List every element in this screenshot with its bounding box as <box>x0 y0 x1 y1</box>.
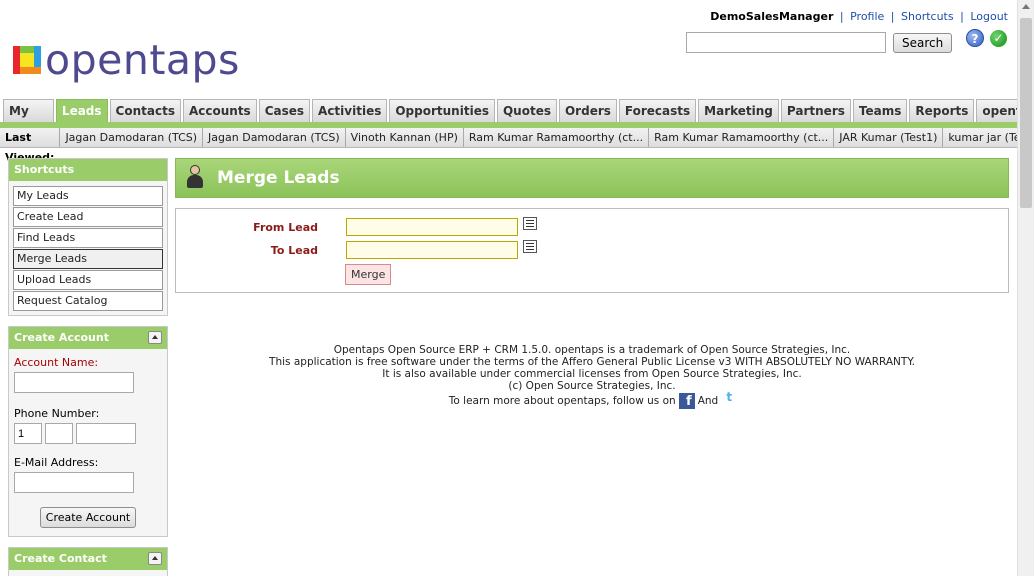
create-account-panel: Create Account Account Name: Phone Numbe… <box>8 326 168 537</box>
last-viewed-item[interactable]: Ram Kumar Ramamoorthy (ct... <box>464 128 650 147</box>
social-links: To learn more about opentaps, follow us … <box>448 391 735 409</box>
shortcuts-link[interactable]: Shortcuts <box>901 10 954 23</box>
logo-mark-icon <box>13 46 41 74</box>
to-lead-label: To Lead <box>270 244 318 257</box>
create-account-title: Create Account <box>14 331 109 344</box>
check-icon[interactable]: ✓ <box>990 30 1007 47</box>
create-account-form: Account Name: Phone Number: E-Mail Addre… <box>9 349 167 533</box>
tab-opportunities[interactable]: Opportunities <box>389 99 495 123</box>
account-name-label: Account Name: <box>14 356 99 369</box>
phone-number-label: Phone Number: <box>14 407 100 420</box>
tab-cases[interactable]: Cases <box>258 99 311 123</box>
footer-line: It is also available under commercial li… <box>382 368 802 380</box>
footer: Opentaps Open Source ERP + CRM 1.5.0. op… <box>175 344 1009 409</box>
shortcut-upload-leads[interactable]: Upload Leads <box>13 270 163 290</box>
logout-link[interactable]: Logout <box>970 10 1008 23</box>
create-contact-title: Create Contact <box>14 552 107 565</box>
page-header: Merge Leads <box>175 158 1009 198</box>
username: DemoSalesManager <box>710 10 834 23</box>
tab-marketing[interactable]: Marketing <box>698 99 779 123</box>
tab-partners[interactable]: Partners <box>780 99 851 123</box>
collapse-icon[interactable] <box>148 331 162 344</box>
twitter-icon[interactable]: t <box>723 391 735 403</box>
scroll-up-icon[interactable] <box>1022 4 1030 9</box>
lookup-icon[interactable] <box>523 240 537 253</box>
shortcut-request-catalog[interactable]: Request Catalog <box>13 291 163 311</box>
account-name-input[interactable] <box>14 372 134 393</box>
phone-number-row <box>14 423 162 444</box>
last-viewed-item[interactable]: Jagan Damodaran (TCS) <box>203 128 346 147</box>
logo-text: opentaps <box>45 36 240 84</box>
shortcut-create-lead[interactable]: Create Lead <box>13 207 163 227</box>
last-viewed-item[interactable]: JAR Kumar (Test1) <box>834 128 944 147</box>
create-account-button[interactable]: Create Account <box>39 507 137 528</box>
help-icon[interactable]: ? <box>966 29 984 47</box>
shortcut-find-leads[interactable]: Find Leads <box>13 228 163 248</box>
tab-activities[interactable]: Activities <box>312 99 388 123</box>
separator: | <box>839 10 844 23</box>
tab-orders[interactable]: Orders <box>558 99 617 123</box>
search-input[interactable] <box>686 32 886 53</box>
and-text: And <box>697 395 719 407</box>
shortcuts-header: Shortcuts <box>9 159 167 181</box>
phone-area-code-input[interactable] <box>45 423 73 444</box>
last-viewed-item[interactable]: Vinoth Kannan (HP) <box>346 128 464 147</box>
footer-line: (c) Open Source Strategies, Inc. <box>508 380 676 392</box>
email-address-label: E-Mail Address: <box>14 456 99 469</box>
phone-country-code-input[interactable] <box>14 423 42 444</box>
shortcut-merge-leads[interactable]: Merge Leads <box>13 249 163 269</box>
main-tabs: My Home Leads Contacts Accounts Cases Ac… <box>3 99 1034 141</box>
from-lead-label: From Lead <box>253 221 318 234</box>
page-scrollbar[interactable] <box>1017 0 1034 576</box>
facebook-icon[interactable]: f <box>678 393 695 409</box>
shortcut-my-leads[interactable]: My Leads <box>13 186 163 206</box>
separator: | <box>960 10 964 23</box>
footer-line: This application is free software under … <box>269 356 915 368</box>
last-viewed-item[interactable]: Ram Kumar Ramamoorthy (ct... <box>649 128 835 147</box>
shortcuts-panel: Shortcuts My Leads Create Lead Find Lead… <box>8 158 168 316</box>
profile-link[interactable]: Profile <box>850 10 884 23</box>
tab-teams[interactable]: Teams <box>852 99 908 123</box>
tab-leads[interactable]: Leads <box>55 99 108 123</box>
scrollbar-thumb[interactable] <box>1020 18 1032 208</box>
last-viewed-item[interactable]: Jagan Damodaran (TCS) <box>60 128 204 147</box>
merge-button[interactable]: Merge <box>345 264 392 285</box>
last-viewed-label: Last Viewed: <box>0 128 61 164</box>
from-lead-input[interactable] <box>346 218 518 236</box>
tab-forecasts[interactable]: Forecasts <box>618 99 697 123</box>
create-account-header: Create Account <box>9 327 167 349</box>
email-address-input[interactable] <box>14 472 134 493</box>
tab-quotes[interactable]: Quotes <box>496 99 557 123</box>
opentaps-logo[interactable]: opentaps <box>13 38 240 82</box>
lead-person-icon <box>186 165 204 189</box>
lookup-icon[interactable] <box>523 217 537 230</box>
to-lead-input[interactable] <box>346 241 518 259</box>
create-contact-panel: Create Contact <box>8 547 168 576</box>
phone-number-input[interactable] <box>76 423 136 444</box>
user-nav: DemoSalesManager | Profile | Shortcuts |… <box>710 10 1008 23</box>
follow-text: To learn more about opentaps, follow us … <box>448 395 676 407</box>
search-button[interactable]: Search <box>893 32 953 53</box>
tab-contacts[interactable]: Contacts <box>109 99 181 123</box>
create-contact-header: Create Contact <box>9 548 167 570</box>
last-viewed-bar: Last Viewed: Jagan Damodaran (TCS) Jagan… <box>0 128 1034 164</box>
tab-my-home[interactable]: My Home <box>3 99 54 141</box>
merge-leads-form: From Lead To Lead Merge <box>175 208 1009 293</box>
search-area: Search <box>686 32 953 53</box>
tab-reports[interactable]: Reports <box>909 99 975 123</box>
shortcuts-list: My Leads Create Lead Find Leads Merge Le… <box>9 181 167 311</box>
page-title: Merge Leads <box>217 168 340 188</box>
tab-accounts[interactable]: Accounts <box>182 99 257 123</box>
separator: | <box>890 10 895 23</box>
footer-line: Opentaps Open Source ERP + CRM 1.5.0. op… <box>333 344 851 356</box>
collapse-icon[interactable] <box>148 552 162 565</box>
